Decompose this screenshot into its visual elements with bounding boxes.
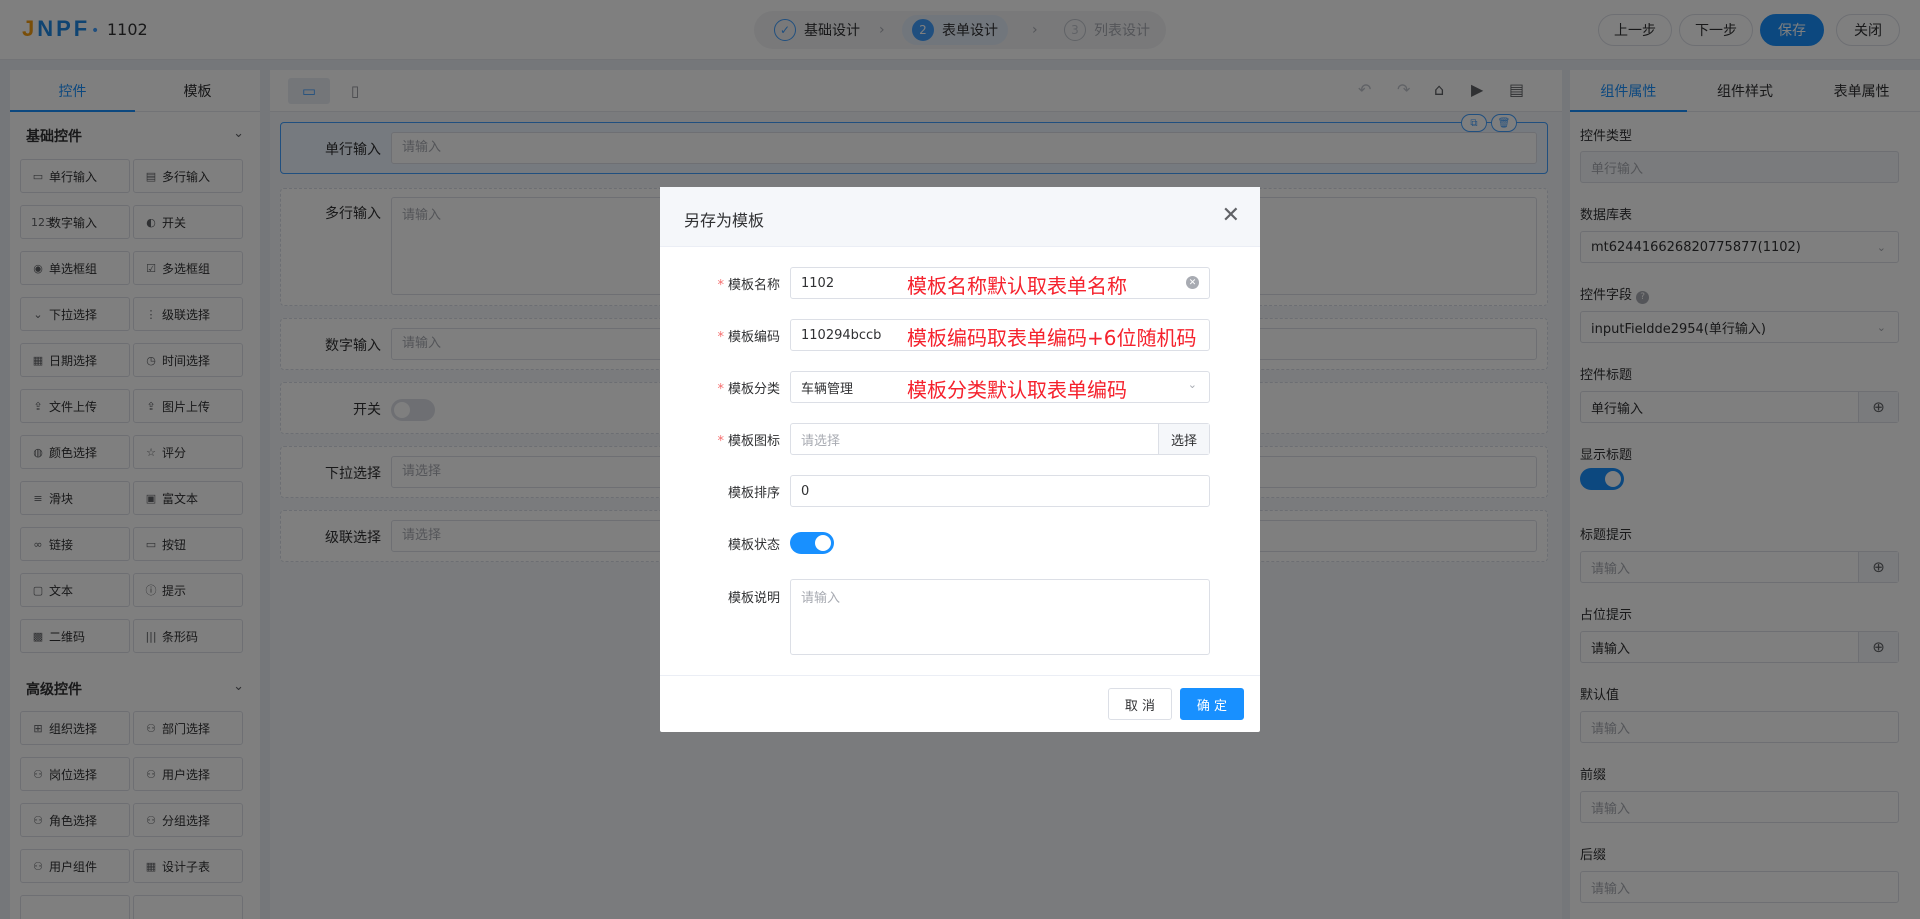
template-name-label: * 模板名称 (717, 278, 780, 293)
template-desc-textarea[interactable]: 请输入 (790, 579, 1210, 655)
template-code-label: * 模板编码 (717, 330, 780, 345)
template-status-toggle[interactable] (790, 532, 834, 554)
template-name-input[interactable]: 1102 模板名称默认取表单名称 ✕ (790, 267, 1210, 299)
template-icon-label: * 模板图标 (717, 434, 780, 449)
template-icon-input[interactable]: 请选择 选择 (790, 423, 1210, 455)
template-desc-label: 模板说明 (727, 591, 780, 606)
close-icon[interactable]: ✕ (1222, 203, 1240, 228)
name-annotation: 模板名称默认取表单名称 (907, 274, 1127, 298)
template-category-label: * 模板分类 (717, 382, 780, 397)
template-name-value: 1102 (801, 275, 835, 291)
cancel-button[interactable]: 取 消 (1108, 688, 1172, 720)
template-sort-label: 模板排序 (727, 486, 780, 501)
icon-pick-button[interactable]: 选择 (1158, 424, 1209, 454)
dialog-footer: 取 消 确 定 (660, 675, 1260, 732)
category-annotation: 模板分类默认取表单编码 (907, 378, 1127, 402)
template-sort-input[interactable]: 0 (790, 475, 1210, 507)
template-icon-placeholder: 请选择 (801, 433, 841, 449)
chevron-down-icon: ⌄ (1187, 378, 1197, 391)
template-status-label: 模板状态 (727, 538, 780, 553)
template-code-input[interactable]: 110294bccb 模板编码取表单编码+6位随机码 (790, 319, 1210, 351)
dialog-header: 另存为模板 ✕ (660, 187, 1260, 247)
clear-icon[interactable]: ✕ (1186, 276, 1199, 289)
code-annotation: 模板编码取表单编码+6位随机码 (907, 326, 1197, 350)
save-as-template-dialog: 另存为模板 ✕ * 模板名称 1102 模板名称默认取表单名称 ✕ * 模板编码 1… (660, 187, 1260, 732)
confirm-button[interactable]: 确 定 (1180, 688, 1244, 720)
template-category-select[interactable]: 车辆管理 模板分类默认取表单编码 ⌄ (790, 371, 1210, 403)
template-code-value: 110294bccb (801, 327, 882, 343)
template-category-value: 车辆管理 (801, 381, 854, 397)
dialog-title: 另存为模板 (684, 211, 765, 230)
